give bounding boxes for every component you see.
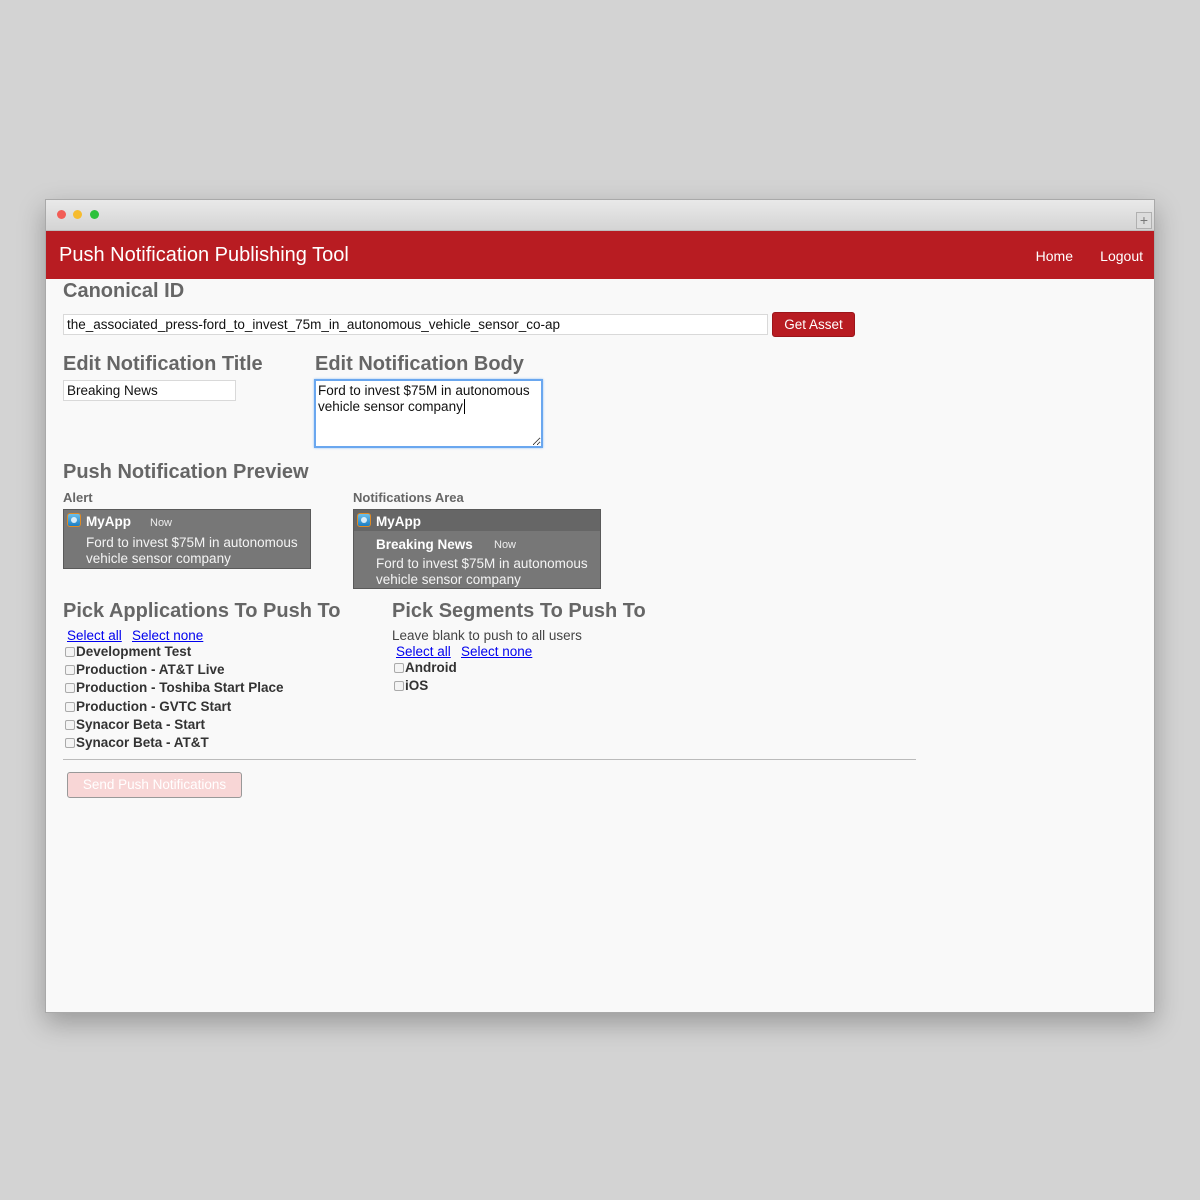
checkbox[interactable] bbox=[65, 719, 75, 730]
applications-heading: Pick Applications To Push To bbox=[63, 600, 341, 622]
resize-grip-icon[interactable] bbox=[533, 438, 540, 445]
applications-select-none-link[interactable]: Select none bbox=[132, 628, 203, 643]
notification-title-input[interactable]: Breaking News bbox=[63, 380, 236, 401]
minimize-window-icon[interactable] bbox=[73, 210, 82, 219]
checkbox[interactable] bbox=[65, 683, 75, 694]
send-push-notifications-button[interactable]: Send Push Notifications bbox=[67, 772, 242, 798]
alert-body-line1: Ford to invest $75M in autonomous bbox=[86, 535, 298, 550]
alert-preview-header: MyApp Now bbox=[64, 510, 310, 531]
checkbox-label: Android bbox=[405, 660, 457, 675]
applications-select-all-link[interactable]: Select all bbox=[67, 628, 122, 643]
checkbox-label: Development Test bbox=[76, 644, 192, 659]
text-cursor bbox=[463, 399, 465, 414]
notification-body-textarea[interactable]: Ford to invest $75M in autonomous vehicl… bbox=[314, 379, 543, 448]
segments-select-none-link[interactable]: Select none bbox=[461, 644, 532, 659]
checkbox-label: Synacor Beta - Start bbox=[76, 716, 206, 732]
alert-app-name: MyApp bbox=[86, 514, 131, 529]
get-asset-button[interactable]: Get Asset bbox=[772, 312, 855, 337]
checkbox[interactable] bbox=[394, 663, 404, 673]
window-titlebar: + bbox=[46, 200, 1154, 231]
segments-hint: Leave blank to push to all users bbox=[392, 628, 582, 643]
checkbox-label: Production - AT&T Live bbox=[76, 662, 225, 678]
edit-body-heading: Edit Notification Body bbox=[315, 353, 524, 375]
checkbox-label: Production - GVTC Start bbox=[76, 698, 232, 714]
alert-body-line2: vehicle sensor company bbox=[86, 551, 231, 566]
alert-label: Alert bbox=[63, 490, 93, 505]
segments-heading: Pick Segments To Push To bbox=[392, 600, 646, 622]
close-window-icon[interactable] bbox=[57, 210, 66, 219]
area-preview-header: MyApp bbox=[354, 510, 600, 531]
nav-logout-link[interactable]: Logout bbox=[1100, 248, 1143, 264]
canonical-id-heading: Canonical ID bbox=[63, 280, 185, 302]
top-navbar: Push Notification Publishing Tool Home L… bbox=[46, 231, 1154, 279]
checkbox-label: Synacor Beta - AT&T bbox=[76, 735, 209, 750]
checkbox[interactable] bbox=[65, 738, 75, 748]
browser-window: + Push Notification Publishing Tool Home… bbox=[45, 199, 1155, 1013]
alert-time: Now bbox=[150, 517, 173, 529]
area-body-line2: vehicle sensor company bbox=[376, 572, 521, 587]
preview-heading: Push Notification Preview bbox=[63, 461, 309, 483]
nav-home-link[interactable]: Home bbox=[1036, 248, 1073, 264]
maximize-window-icon[interactable] bbox=[90, 210, 99, 219]
canonical-id-input[interactable]: the_associated_press-ford_to_invest_75m_… bbox=[63, 314, 768, 335]
section-divider bbox=[63, 759, 916, 760]
area-body-line1: Ford to invest $75M in autonomous bbox=[376, 556, 588, 571]
checkbox-label: Production - Toshiba Start Place bbox=[76, 680, 284, 696]
checkbox[interactable] bbox=[394, 681, 404, 692]
new-tab-plus-icon[interactable]: + bbox=[1136, 212, 1152, 229]
checkbox[interactable] bbox=[65, 701, 75, 712]
checkbox-label: iOS bbox=[405, 678, 429, 694]
checkbox[interactable] bbox=[65, 665, 75, 676]
app-brand-title: Push Notification Publishing Tool bbox=[59, 244, 349, 266]
edit-title-heading: Edit Notification Title bbox=[63, 353, 263, 375]
app-icon bbox=[357, 513, 371, 527]
area-notification-title: Breaking News bbox=[376, 537, 473, 552]
segments-select-all-link[interactable]: Select all bbox=[396, 644, 451, 659]
checkbox[interactable] bbox=[65, 647, 75, 657]
notifications-area-label: Notifications Area bbox=[353, 490, 464, 505]
notification-body-text: Ford to invest $75M in autonomous vehicl… bbox=[318, 383, 530, 414]
notifications-area-preview: MyApp Breaking News Now Ford to invest $… bbox=[353, 509, 601, 589]
app-icon bbox=[67, 513, 81, 527]
area-app-name: MyApp bbox=[376, 514, 421, 529]
alert-preview: MyApp Now Ford to invest $75M in autonom… bbox=[63, 509, 311, 569]
area-time: Now bbox=[494, 539, 517, 551]
